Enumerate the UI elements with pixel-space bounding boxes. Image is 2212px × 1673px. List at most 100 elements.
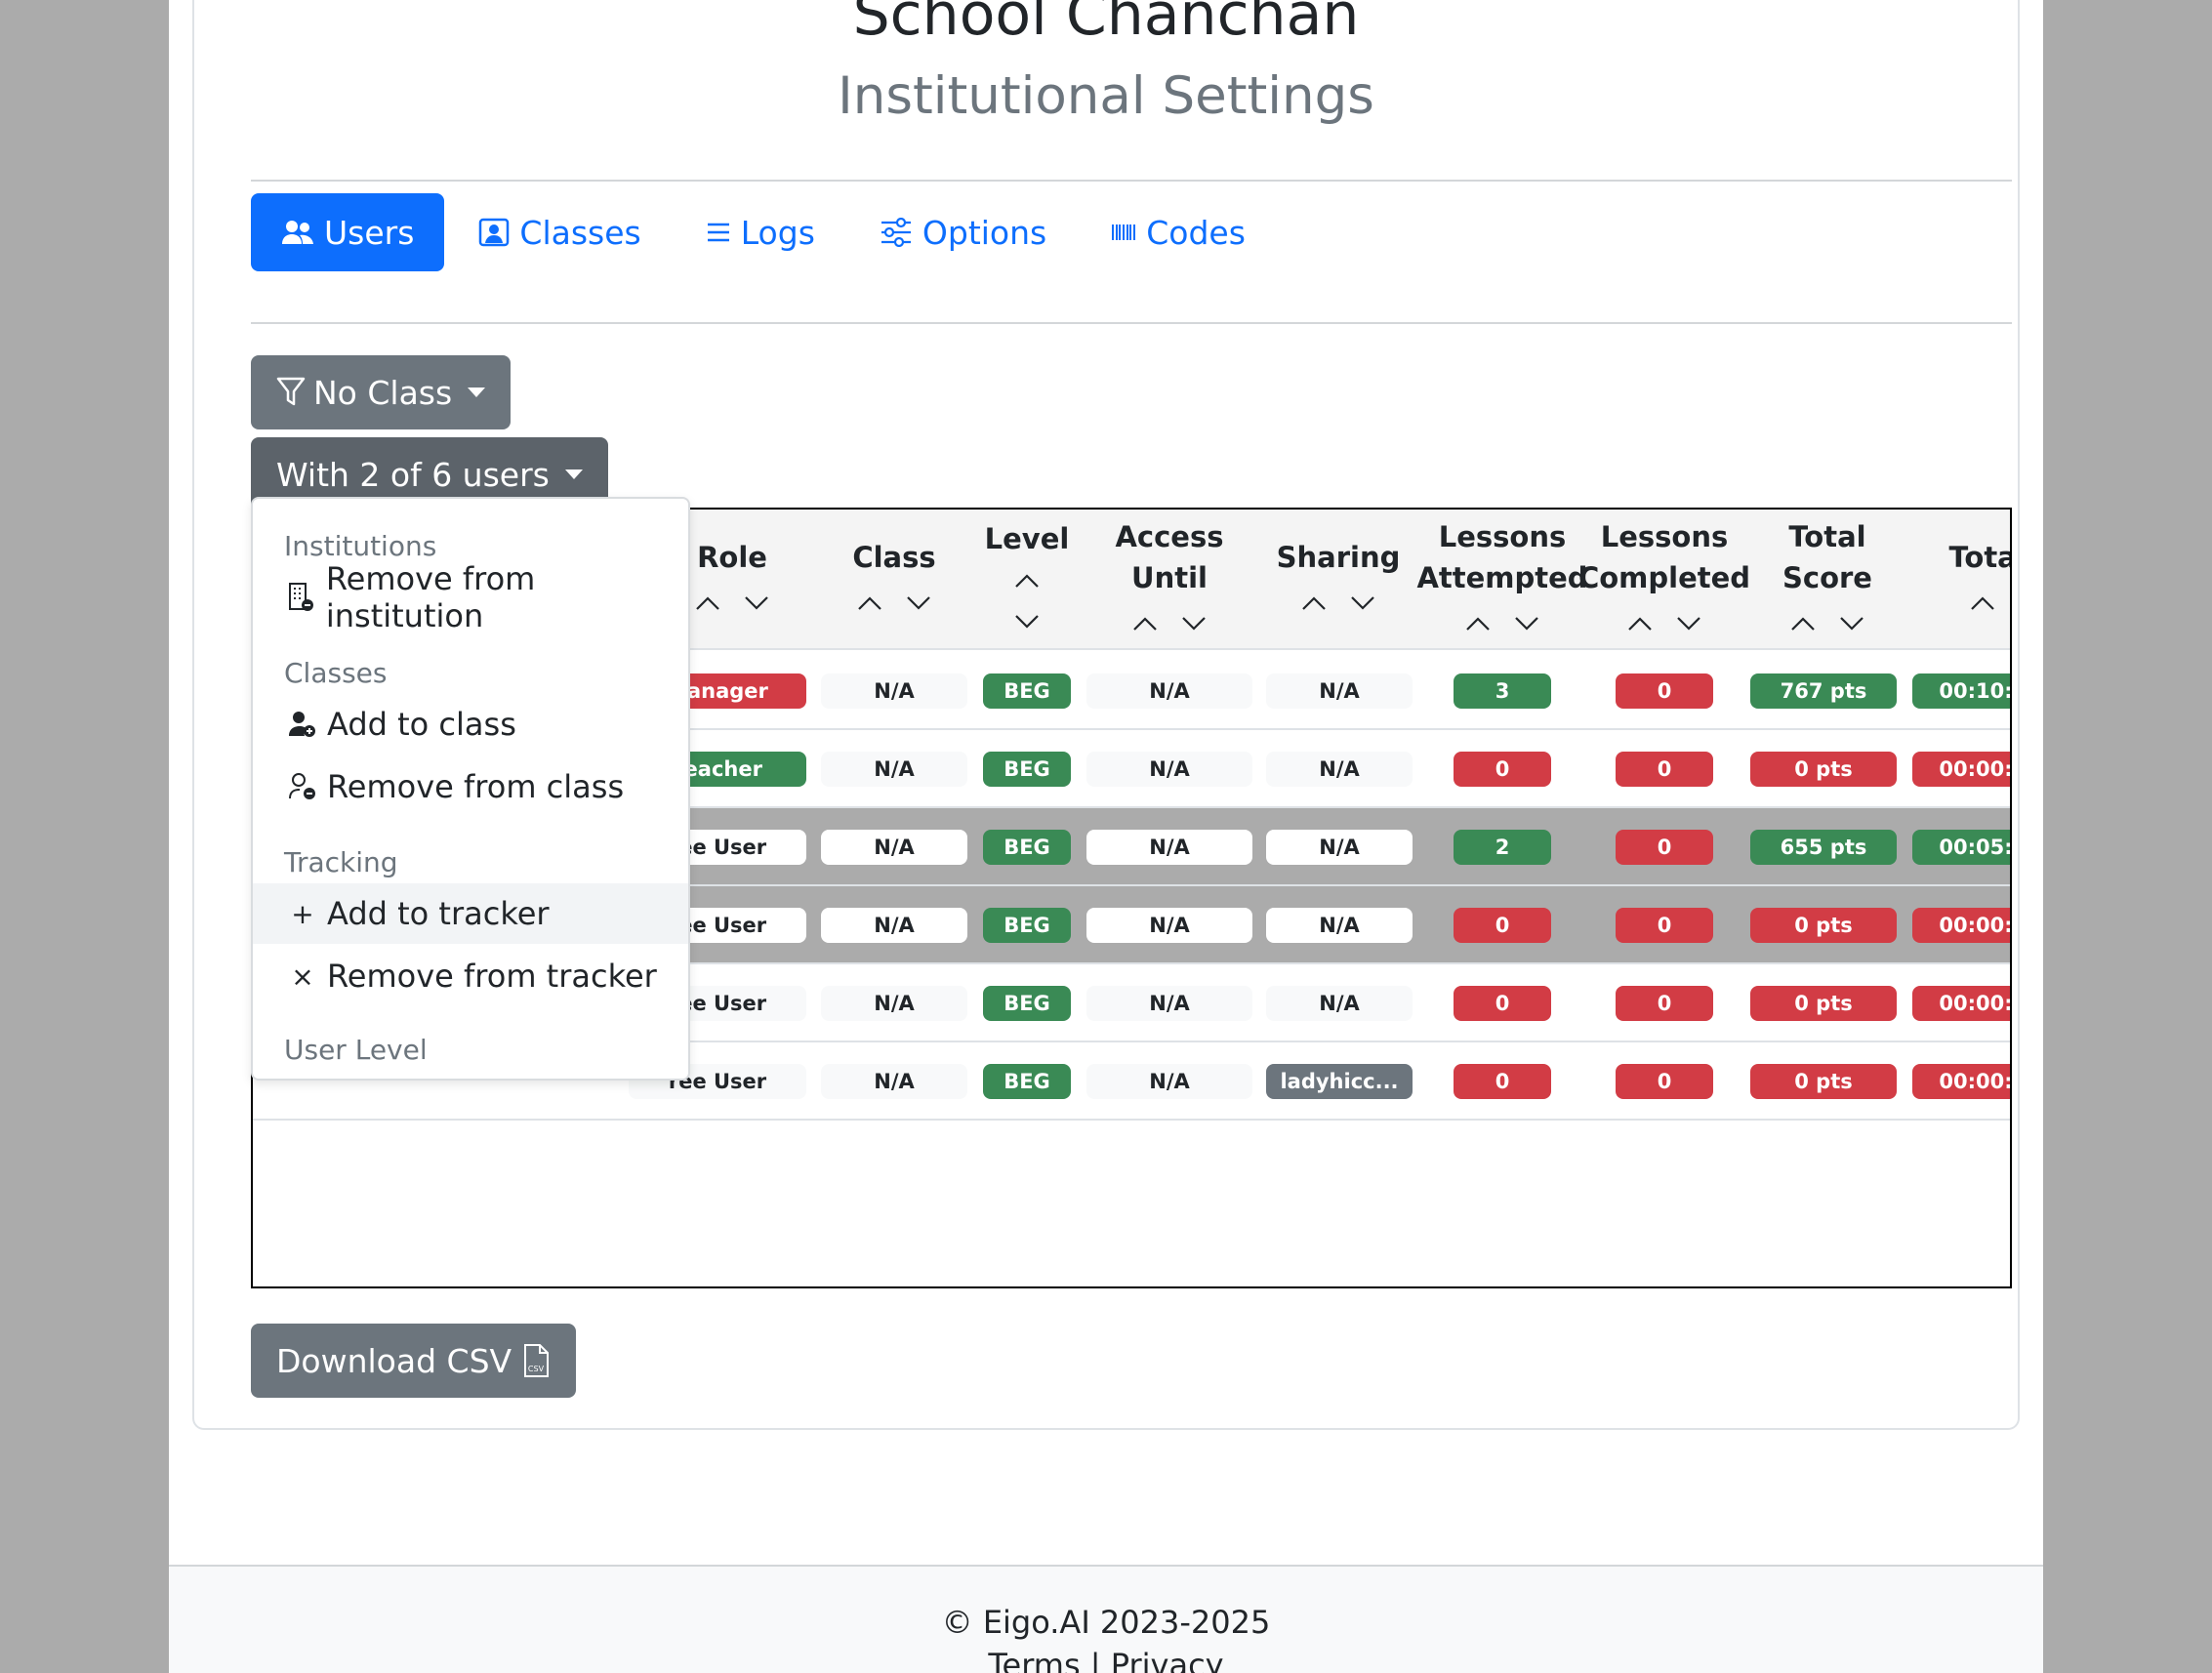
- sort-ascending-icon[interactable]: [1626, 602, 1654, 643]
- level-badge: BEG: [983, 908, 1071, 943]
- class-badge: N/A: [821, 830, 967, 865]
- access-badge: N/A: [1086, 986, 1252, 1021]
- column-header-label: Class: [852, 541, 936, 574]
- level-badge: BEG: [983, 830, 1071, 865]
- sort-descending-icon[interactable]: [1349, 582, 1376, 623]
- terms-link[interactable]: Terms: [988, 1647, 1080, 1673]
- attempted-badge: 0: [1454, 908, 1551, 943]
- add-to-class-item[interactable]: Add to class: [253, 694, 688, 755]
- column-header: Total Score: [1749, 510, 1905, 650]
- tab-classes[interactable]: Classes: [448, 193, 671, 271]
- sort-descending-icon[interactable]: [1838, 602, 1865, 643]
- sort-ascending-icon[interactable]: [1969, 582, 1996, 623]
- remove-from-institution-label: Remove from institution: [325, 560, 536, 634]
- sharing-badge: ladyhicc...: [1266, 1064, 1413, 1099]
- remove-from-tracker-label: Remove from tracker: [327, 958, 657, 995]
- access-badge: N/A: [1086, 908, 1252, 943]
- sort-descending-icon[interactable]: [1513, 602, 1540, 643]
- sort-descending-icon[interactable]: [1675, 602, 1702, 643]
- svg-text:CSV: CSV: [528, 1365, 545, 1373]
- users-icon: [282, 221, 313, 244]
- tab-classes-label: Classes: [519, 213, 641, 252]
- sort-ascending-icon[interactable]: [1300, 582, 1328, 623]
- level-badge: BEG: [983, 1064, 1071, 1099]
- completed-badge: 0: [1616, 986, 1713, 1021]
- sort-descending-icon[interactable]: [905, 582, 932, 623]
- class-badge: N/A: [821, 1064, 967, 1099]
- time-badge: 00:00:: [1912, 1064, 2010, 1099]
- score-badge: 0 pts: [1750, 1064, 1897, 1099]
- building-remove-icon: [288, 582, 316, 613]
- level-badge: BEG: [983, 986, 1071, 1021]
- class-badge: N/A: [821, 673, 967, 709]
- sharing-badge: N/A: [1266, 908, 1413, 943]
- column-header-label: Lessons: [1438, 520, 1567, 553]
- page: School Chanchan Institutional Settings U…: [169, 0, 2043, 1673]
- footer-links: Terms | Privacy: [169, 1647, 2043, 1673]
- column-header: Lessons Attempted: [1416, 510, 1588, 650]
- time-badge: 00:05:: [1912, 830, 2010, 865]
- column-header-label: Lessons: [1600, 520, 1729, 553]
- attempted-badge: 0: [1454, 1064, 1551, 1099]
- bulk-actions-menu: Institutions Remove from institution Cla…: [251, 497, 690, 1081]
- sort-descending-icon[interactable]: [1180, 602, 1208, 643]
- score-badge: 655 pts: [1750, 830, 1897, 865]
- menu-header-classes: Classes: [284, 657, 388, 689]
- sort-ascending-icon[interactable]: [1131, 602, 1159, 643]
- add-to-tracker-label: Add to tracker: [327, 895, 550, 932]
- sort-ascending-icon[interactable]: [1789, 602, 1817, 643]
- download-csv-button[interactable]: Download CSV CSV: [251, 1324, 577, 1398]
- menu-header-user-level: User Level: [284, 1034, 428, 1066]
- access-badge: N/A: [1086, 830, 1252, 865]
- sort-ascending-icon[interactable]: [856, 582, 883, 623]
- column-header: Sharing: [1260, 510, 1416, 650]
- remove-from-class-item[interactable]: Remove from class: [253, 756, 688, 817]
- plus-icon: +: [291, 897, 314, 930]
- attempted-badge: 2: [1454, 830, 1551, 865]
- divider: [251, 180, 2012, 182]
- column-header-label: Until: [1131, 561, 1208, 594]
- class-filter-button[interactable]: No Class: [251, 355, 512, 429]
- attempted-badge: 0: [1454, 752, 1551, 787]
- sliders-icon: [881, 218, 911, 247]
- column-header-label: Access: [1115, 520, 1224, 553]
- score-badge: 0 pts: [1750, 986, 1897, 1021]
- score-badge: 0 pts: [1750, 908, 1897, 943]
- tab-users[interactable]: Users: [251, 193, 445, 271]
- tab-logs[interactable]: Logs: [676, 193, 845, 271]
- class-badge: N/A: [821, 752, 967, 787]
- copyright: © Eigo.AI 2023-2025: [941, 1604, 1271, 1641]
- list-icon: [707, 223, 729, 242]
- column-header-label: Role: [697, 541, 767, 574]
- sort-ascending-icon[interactable]: [694, 582, 721, 623]
- person-remove-icon: [288, 772, 317, 801]
- column-header: Access Until: [1091, 510, 1248, 650]
- privacy-link[interactable]: Privacy: [1111, 1647, 1224, 1673]
- score-badge: 0 pts: [1750, 752, 1897, 787]
- sort-descending-icon[interactable]: [743, 582, 770, 623]
- menu-header-institutions: Institutions: [284, 530, 437, 562]
- completed-badge: 0: [1616, 1064, 1713, 1099]
- column-header: Total Ti: [1929, 510, 2010, 650]
- close-icon: ×: [291, 959, 314, 993]
- time-badge: 00:00:: [1912, 908, 2010, 943]
- completed-badge: 0: [1616, 673, 1713, 709]
- class-badge: N/A: [821, 908, 967, 943]
- remove-from-institution-item[interactable]: Remove from institution: [253, 560, 688, 634]
- csv-file-icon: CSV: [524, 1344, 550, 1377]
- access-badge: N/A: [1086, 1064, 1252, 1099]
- tab-codes[interactable]: Codes: [1081, 193, 1276, 271]
- completed-badge: 0: [1616, 830, 1713, 865]
- remove-from-tracker-item[interactable]: × Remove from tracker: [253, 946, 688, 1006]
- sort-ascending-icon[interactable]: [1013, 559, 1041, 600]
- menu-header-tracking: Tracking: [284, 846, 398, 878]
- sort-ascending-icon[interactable]: [1464, 602, 1492, 643]
- sort-descending-icon[interactable]: [1013, 600, 1041, 641]
- settings-card: School Chanchan Institutional Settings U…: [192, 0, 2020, 1430]
- page-subtitle: Institutional Settings: [838, 66, 1374, 126]
- tab-options[interactable]: Options: [849, 193, 1077, 271]
- attempted-badge: 3: [1454, 673, 1551, 709]
- add-to-tracker-item[interactable]: + Add to tracker: [253, 883, 688, 944]
- level-badge: BEG: [983, 752, 1071, 787]
- access-badge: N/A: [1086, 752, 1252, 787]
